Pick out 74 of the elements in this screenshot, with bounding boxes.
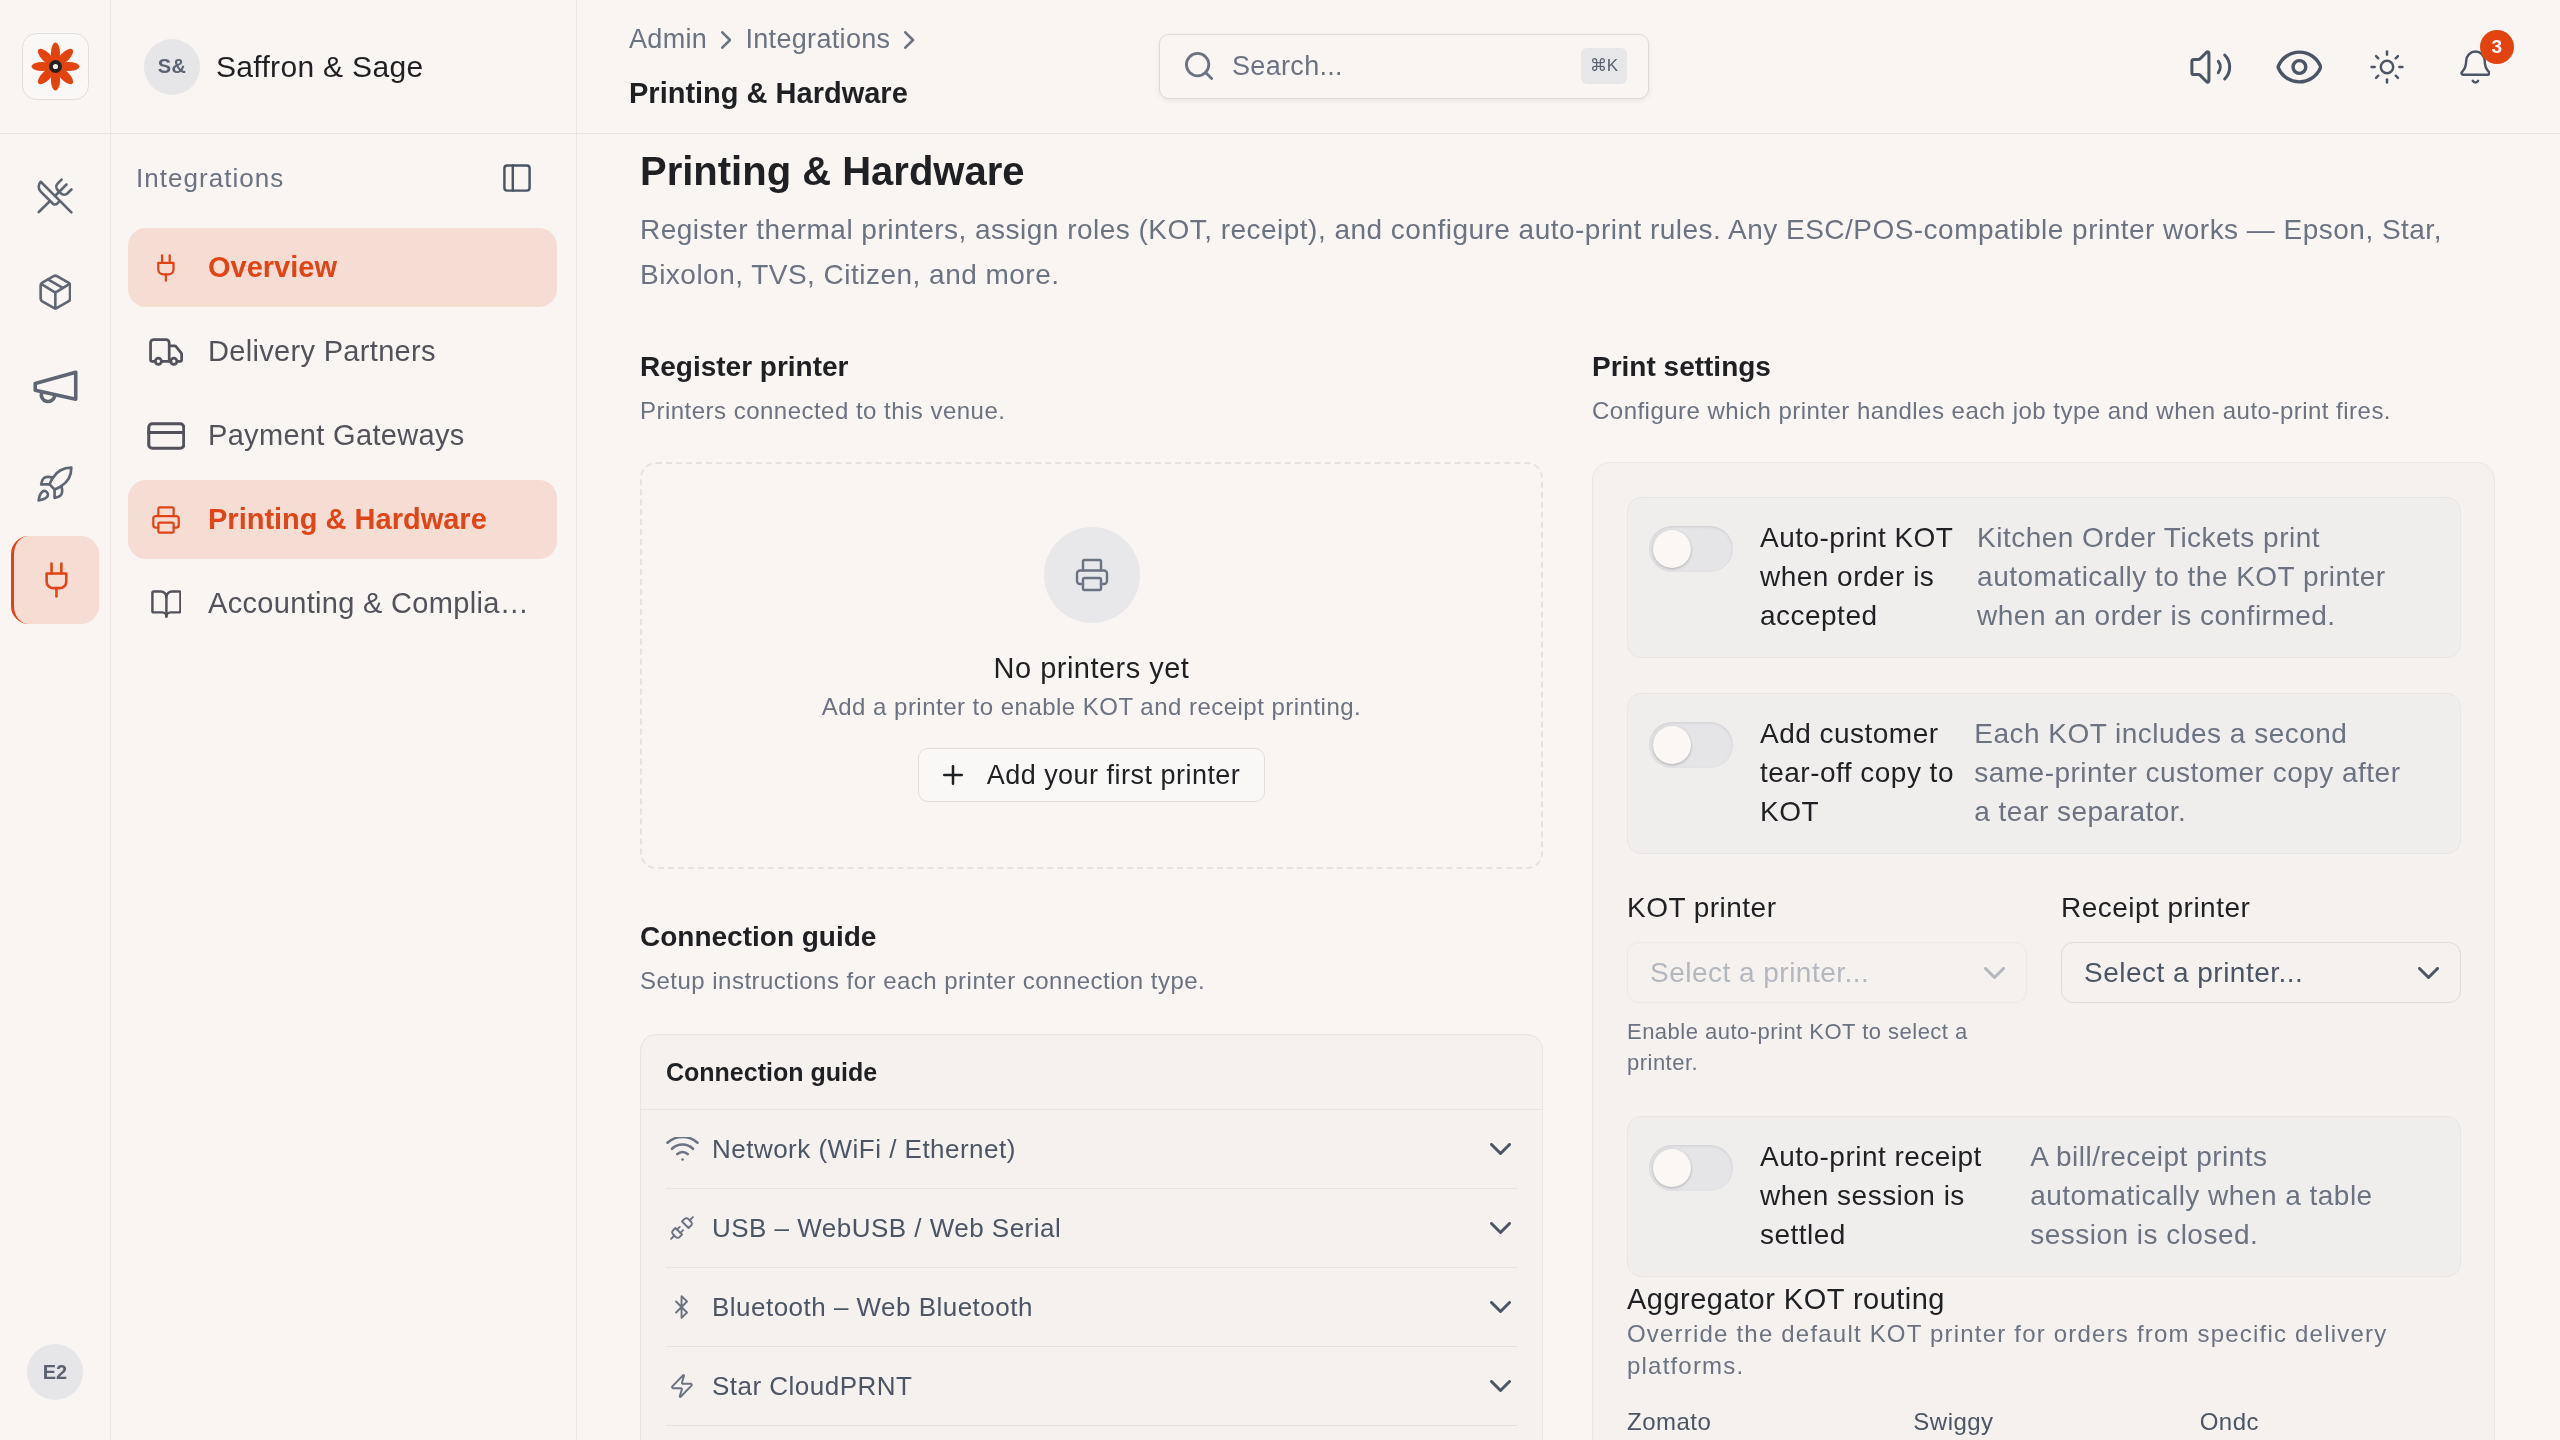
bell-icon[interactable] [2459, 49, 2491, 84]
lightning-icon [671, 1374, 693, 1398]
setting-description: Kitchen Order Tickets print automatically to the KOT printer when an order is confirmed. [1977, 521, 2387, 633]
plug-icon [45, 562, 68, 598]
field-hint: Enable auto-print KOT to select a printer. [1627, 1018, 1969, 1077]
section-subtitle: Printers connected to this venue. [640, 396, 1007, 426]
speaker-icon[interactable] [2190, 49, 2232, 84]
truck-icon [148, 337, 184, 366]
empty-state-title: No printers yet [993, 651, 1190, 686]
breadcrumb-current: Printing & Hardware [629, 75, 908, 111]
fork-knife-icon [37, 178, 73, 214]
accordion-row[interactable]: Network (WiFi / Ethernet) [666, 1110, 1517, 1189]
sidebar-title: Integrations [136, 162, 285, 194]
breadcrumb-link[interactable]: Admin [629, 24, 708, 55]
sun-icon[interactable] [2370, 49, 2404, 84]
setting-description: A bill/receipt prints automatically when a table session is closed. [2030, 1140, 2374, 1252]
setting-description: Each KOT includes a second same-printer customer copy after a tear separator. [1974, 717, 2402, 829]
platform-label: Swiggy [1913, 1407, 1995, 1437]
plug-icon [670, 1216, 694, 1240]
printer-icon [152, 505, 180, 534]
setting-label: Auto-print receipt when session is settled [1760, 1140, 1983, 1252]
shortcut-hint: ⌘K [1580, 48, 1627, 84]
section-title: Register printer [640, 350, 850, 384]
accordion-row[interactable]: Bluetooth – Web Bluetooth [666, 1268, 1517, 1347]
subsection-title: Aggregator KOT routing [1627, 1282, 1946, 1317]
toggle-switch[interactable] [1649, 526, 1733, 572]
page-description: Register thermal printers, assign roles (KOT, receipt), and configure auto-print rules. Any ESC/POS-compatible printer works — Epson, Star, Bixolon, TVS, Citizen, and more. [640, 213, 2443, 292]
rocket-icon [37, 466, 73, 502]
user-avatar[interactable]: E2 [27, 1344, 83, 1400]
plug-icon [157, 253, 175, 282]
sidebar-item[interactable]: Payment Gateways [128, 396, 557, 475]
section-subtitle: Configure which printer handles each job type and when auto-print fires. [1592, 396, 2392, 426]
venue-avatar: S& [144, 38, 200, 95]
megaphone-icon [32, 370, 78, 406]
credit-card-icon [146, 421, 186, 450]
accordion-row[interactable]: Star CloudPRNT [666, 1347, 1517, 1426]
book-icon [150, 589, 182, 618]
section-subtitle: Setup instructions for each printer connection type. [640, 966, 1207, 996]
field-label: Receipt printer [2061, 891, 2252, 925]
printer-dropdown[interactable]: Select a printer... [2061, 942, 2461, 1003]
empty-state-text: Add a printer to enable KOT and receipt printing. [821, 692, 1362, 722]
sidebar-item[interactable]: Delivery Partners [128, 312, 557, 391]
box-icon [38, 274, 72, 310]
section-title: Connection guide [640, 920, 878, 954]
sidebar-item[interactable]: Accounting & Complia… [128, 564, 557, 643]
chevron-down-icon [2418, 966, 2439, 979]
sidebar-toggle-icon[interactable] [503, 164, 531, 192]
chevron-right-icon [904, 30, 915, 49]
plus-icon [942, 765, 963, 785]
accordion-row[interactable]: USB – WebUSB / Web Serial [666, 1189, 1517, 1268]
printer-icon [1043, 527, 1140, 623]
platform-label: Zomato [1627, 1407, 1713, 1437]
toggle-switch[interactable] [1649, 722, 1733, 768]
flower-logo-icon [21, 33, 89, 100]
notification-badge: 3 [2480, 29, 2514, 64]
chevron-right-icon [721, 30, 732, 49]
eye-icon[interactable] [2275, 49, 2323, 84]
page-title: Printing & Hardware [640, 148, 1026, 195]
bluetooth-icon [675, 1295, 689, 1319]
add-printer-button[interactable]: Add your first printer [917, 748, 1266, 802]
wifi-icon [665, 1137, 699, 1161]
setting-label: Add customer tear-off copy to KOT [1760, 717, 1955, 829]
rail-nav-button[interactable] [11, 536, 99, 624]
setting-label: Auto-print KOT when order is accepted [1760, 521, 1954, 633]
platform-label: Ondc [2199, 1407, 2260, 1437]
field-label: KOT printer [1627, 891, 1778, 925]
chevron-down-icon [1984, 966, 2005, 979]
search-icon [1185, 52, 1213, 80]
section-title: Print settings [1592, 350, 1772, 384]
card-title: Connection guide [641, 1035, 1542, 1110]
breadcrumb-link[interactable]: Integrations [745, 24, 891, 55]
venue-name: Saffron & Sage [216, 49, 424, 84]
subsection-description: Override the default KOT printer for orders from specific delivery platforms. [1627, 1319, 2389, 1381]
toggle-switch[interactable] [1649, 1145, 1733, 1191]
